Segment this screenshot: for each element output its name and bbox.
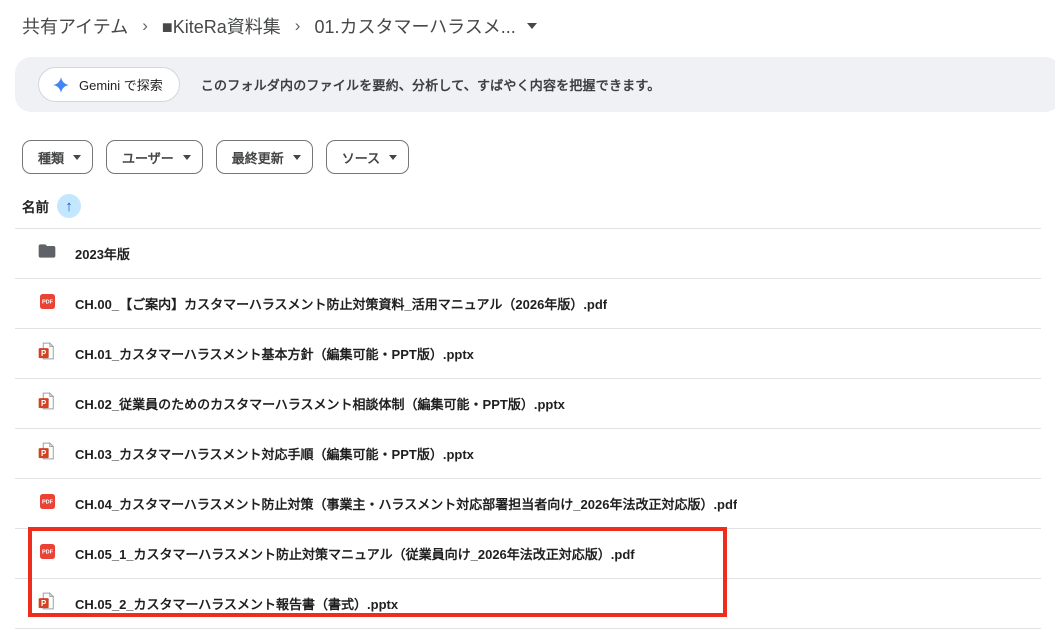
pptx-icon: P: [37, 441, 57, 466]
file-list: 2023年版 PDF CH.00_【ご案内】カスタマーハラスメント防止対策資料_…: [15, 228, 1041, 629]
file-row[interactable]: P CH.03_カスタマーハラスメント対応手順（編集可能・PPT版）.pptx: [15, 429, 1041, 479]
pptx-icon: P: [37, 341, 57, 366]
file-name: CH.01_カスタマーハラスメント基本方針（編集可能・PPT版）.pptx: [75, 344, 474, 363]
gemini-explore-button[interactable]: Gemini で探索: [38, 67, 180, 102]
svg-text:PDF: PDF: [41, 549, 53, 555]
name-column-header[interactable]: 名前 ↑: [22, 194, 81, 218]
file-row[interactable]: 2023年版: [15, 229, 1041, 279]
breadcrumb: 共有アイテム › ■KiteRa資料集 › 01.カスタマーハラスメ...: [22, 13, 537, 39]
chevron-down-icon: [527, 23, 537, 29]
breadcrumb-separator: ›: [295, 16, 301, 36]
gemini-star-icon: [52, 76, 70, 94]
file-name: CH.04_カスタマーハラスメント防止対策（事業主・ハラスメント対応部署担当者向…: [75, 494, 737, 513]
chevron-down-icon: [73, 155, 81, 160]
file-row[interactable]: P CH.02_従業員のためのカスタマーハラスメント相談体制（編集可能・PPT版…: [15, 379, 1041, 429]
chevron-down-icon: [389, 155, 397, 160]
filter-chip-source[interactable]: ソース: [326, 140, 409, 174]
pptx-icon: P: [37, 391, 57, 416]
svg-text:P: P: [41, 449, 46, 458]
breadcrumb-item-shared[interactable]: 共有アイテム: [22, 13, 128, 39]
file-name: 2023年版: [75, 244, 130, 263]
pptx-icon: P: [37, 591, 57, 616]
chevron-down-icon: [183, 155, 191, 160]
pdf-icon: PDF: [38, 292, 57, 316]
breadcrumb-separator: ›: [142, 16, 148, 36]
chevron-down-icon: [293, 155, 301, 160]
file-row[interactable]: P CH.05_2_カスタマーハラスメント報告書（書式）.pptx: [15, 579, 1041, 629]
filter-chip-type[interactable]: 種類: [22, 140, 93, 174]
breadcrumb-item-current[interactable]: 01.カスタマーハラスメ...: [314, 13, 536, 39]
file-row[interactable]: PDF CH.00_【ご案内】カスタマーハラスメント防止対策資料_活用マニュアル…: [15, 279, 1041, 329]
breadcrumb-item-kitera[interactable]: ■KiteRa資料集: [162, 13, 281, 39]
file-row[interactable]: PDF CH.04_カスタマーハラスメント防止対策（事業主・ハラスメント対応部署…: [15, 479, 1041, 529]
gemini-button-label: Gemini で探索: [79, 75, 163, 94]
file-name: CH.03_カスタマーハラスメント対応手順（編集可能・PPT版）.pptx: [75, 444, 474, 463]
sort-ascending-icon: ↑: [57, 194, 81, 218]
svg-text:P: P: [41, 599, 46, 608]
filter-chip-type-label: 種類: [38, 148, 64, 167]
svg-text:P: P: [41, 349, 46, 358]
file-row[interactable]: PDF CH.05_1_カスタマーハラスメント防止対策マニュアル（従業員向け_2…: [15, 529, 1041, 579]
name-column-label: 名前: [22, 196, 49, 216]
file-name: CH.05_2_カスタマーハラスメント報告書（書式）.pptx: [75, 594, 398, 613]
filter-chip-user-label: ユーザー: [122, 148, 174, 167]
file-row[interactable]: P CH.01_カスタマーハラスメント基本方針（編集可能・PPT版）.pptx: [15, 329, 1041, 379]
svg-text:PDF: PDF: [41, 299, 53, 305]
svg-text:P: P: [41, 399, 46, 408]
filter-chip-user[interactable]: ユーザー: [106, 140, 203, 174]
file-name: CH.05_1_カスタマーハラスメント防止対策マニュアル（従業員向け_2026年…: [75, 544, 635, 563]
file-name: CH.00_【ご案内】カスタマーハラスメント防止対策資料_活用マニュアル（202…: [75, 294, 607, 313]
pdf-icon: PDF: [38, 492, 57, 516]
filter-chip-modified[interactable]: 最終更新: [216, 140, 313, 174]
filter-bar: 種類 ユーザー 最終更新 ソース: [22, 140, 409, 174]
file-name: CH.02_従業員のためのカスタマーハラスメント相談体制（編集可能・PPT版）.…: [75, 394, 565, 413]
breadcrumb-current-label: 01.カスタマーハラスメ...: [314, 13, 515, 39]
pdf-icon: PDF: [38, 542, 57, 566]
filter-chip-modified-label: 最終更新: [232, 148, 284, 167]
svg-text:PDF: PDF: [41, 499, 53, 505]
banner-description: このフォルダ内のファイルを要約、分析して、すばやく内容を把握できます。: [201, 75, 661, 94]
gemini-banner: Gemini で探索 このフォルダ内のファイルを要約、分析して、すばやく内容を把…: [15, 57, 1055, 112]
folder-icon: [37, 241, 57, 266]
filter-chip-source-label: ソース: [342, 148, 380, 167]
